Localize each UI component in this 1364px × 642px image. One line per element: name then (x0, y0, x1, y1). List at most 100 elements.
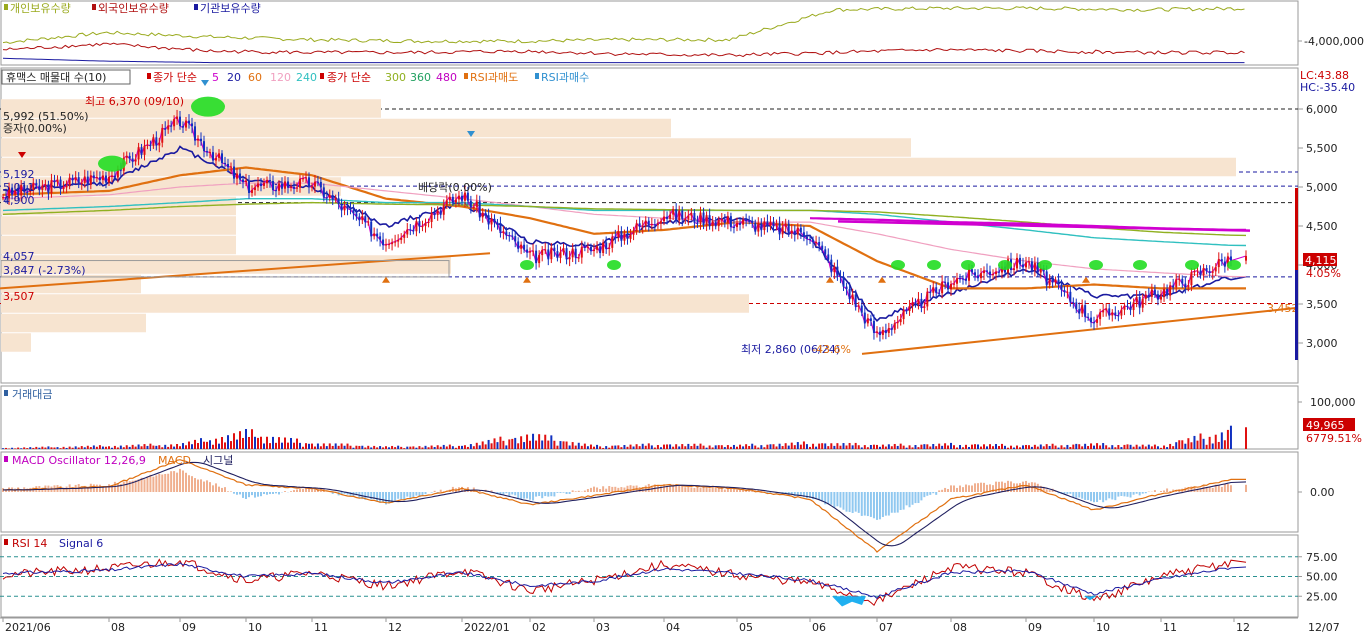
volume-bar (578, 443, 580, 449)
macd-osc-bar (953, 485, 955, 492)
macd-osc-bar (179, 469, 181, 492)
volume-bar (182, 443, 184, 449)
candle-body (1145, 295, 1147, 299)
volume-bar (17, 448, 19, 449)
volume-bar (326, 446, 328, 449)
volume-bar (1063, 447, 1065, 449)
candle-body (623, 233, 625, 240)
candle-body (1206, 268, 1208, 271)
volume-bar (666, 444, 668, 449)
volume-bar (956, 448, 958, 449)
volume-bar (843, 443, 845, 449)
volume-bar (431, 446, 433, 449)
volume-bar (482, 441, 484, 449)
macd-osc-bar (185, 473, 187, 492)
macd-osc-bar (684, 487, 686, 492)
volume-bar (1206, 445, 1208, 449)
volume-bar (1013, 448, 1015, 449)
volume-bar (1058, 448, 1060, 449)
volume-bar (912, 447, 914, 449)
volume-legend: 거래대금 (4, 388, 52, 401)
macd-osc-bar (269, 492, 271, 494)
candle-body (563, 248, 565, 252)
volume-bar (281, 443, 283, 449)
volume-bar (373, 446, 375, 449)
volume-bar (654, 448, 656, 449)
candle-body (488, 215, 490, 224)
x-tick-label: 11 (1163, 621, 1177, 634)
macd-osc-bar (149, 475, 151, 492)
volume-bar (959, 445, 961, 449)
candle-body (541, 250, 543, 255)
candle-body (421, 226, 423, 227)
candle-body (903, 310, 905, 319)
volume-bar (1105, 445, 1107, 449)
volume-bar (200, 438, 202, 449)
macd-osc-bar (96, 485, 98, 492)
volume-bar (263, 443, 265, 449)
macd-osc-bar (888, 492, 890, 516)
volume-bar (553, 441, 555, 449)
macd-osc-bar (968, 485, 970, 492)
candle-body (1066, 292, 1068, 293)
candle-body (111, 176, 113, 177)
candle-body (233, 167, 235, 179)
macd-osc-bar (681, 486, 683, 492)
volume-bar (123, 447, 125, 449)
volume-bar (311, 444, 313, 449)
volume-bar (239, 431, 241, 449)
macd-osc-bar (827, 492, 829, 504)
volume-bar (885, 447, 887, 449)
volume-bar (873, 445, 875, 449)
volume-bar (352, 448, 354, 449)
y-tick-label: 6,000 (1306, 103, 1338, 116)
candle-body (257, 184, 259, 188)
candle-body (833, 267, 835, 273)
macd-osc-bar (727, 489, 729, 492)
volume-bar (260, 437, 262, 449)
volume-bar (144, 444, 146, 449)
macd-osc-bar (215, 483, 217, 492)
candle-body (633, 231, 635, 234)
volume-bar (349, 446, 351, 449)
volume-bar (367, 446, 369, 449)
candle-body (1075, 302, 1077, 309)
candle-body (605, 242, 607, 249)
volume-bar (257, 438, 259, 449)
candle-body (132, 159, 134, 162)
legend-trading-value: 거래대금 (12, 388, 52, 401)
candle-body (800, 228, 802, 233)
volume-bar (305, 443, 307, 449)
macd-osc-bar (376, 492, 378, 502)
candle-body (742, 220, 744, 225)
candle-body (409, 230, 411, 231)
chart-canvas[interactable]: 개인보유수량 외국인보유수량 기관보유수량 휴맥스 매물대 수(10) 종가 단… (0, 0, 1364, 638)
candle-body (126, 156, 128, 158)
macd-osc-bar (206, 480, 208, 492)
macd-osc-bar (305, 488, 307, 492)
candle-body (479, 201, 481, 217)
volume-bar (1114, 447, 1116, 449)
candle-body (508, 235, 510, 236)
candle-body (367, 222, 369, 223)
volume-bar (833, 446, 835, 449)
candle-body (1093, 322, 1095, 323)
candle-body (1154, 290, 1156, 295)
volume-bar (550, 435, 552, 449)
volume-bar (642, 444, 644, 449)
candle-body (1099, 312, 1101, 319)
macd-osc-bar (167, 474, 169, 492)
volume-bar (824, 443, 826, 449)
macd-osc-bar (839, 492, 841, 508)
candle-body (461, 196, 463, 201)
macd-osc-bar (1117, 492, 1119, 497)
candle-body (721, 219, 723, 220)
volume-bar (1203, 439, 1205, 449)
candle-body (917, 299, 919, 303)
volume-bar (111, 448, 113, 449)
volume-bar (299, 443, 301, 449)
macd-osc-bar (1230, 485, 1232, 492)
volume-bar (421, 447, 423, 449)
volume-bar (830, 443, 832, 449)
volume-bar (1145, 446, 1147, 449)
